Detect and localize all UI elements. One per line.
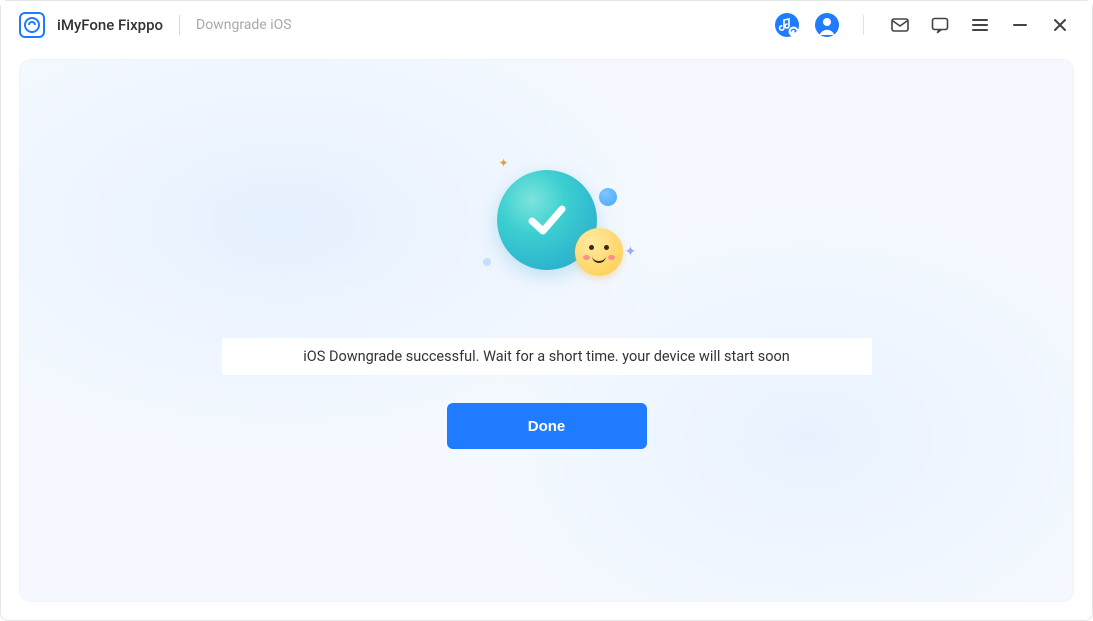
music-update-icon[interactable] bbox=[773, 11, 801, 39]
status-message: iOS Downgrade successful. Wait for a sho… bbox=[222, 338, 872, 375]
app-logo-icon bbox=[19, 12, 45, 38]
close-icon[interactable] bbox=[1046, 11, 1074, 39]
mail-icon[interactable] bbox=[886, 11, 914, 39]
account-icon[interactable] bbox=[813, 11, 841, 39]
title-divider bbox=[179, 15, 180, 35]
titlebar-group-divider bbox=[863, 15, 864, 35]
window-controls-group bbox=[886, 11, 1074, 39]
titlebar: iMyFone Fixppo Downgrade iOS bbox=[1, 1, 1092, 49]
minimize-icon[interactable] bbox=[1006, 11, 1034, 39]
content-panel: ✦ ✦ iOS Downgrade successful. Wait for a… bbox=[19, 59, 1074, 602]
app-title: iMyFone Fixppo bbox=[57, 16, 163, 34]
success-illustration: ✦ ✦ bbox=[447, 160, 647, 300]
breadcrumb[interactable]: Downgrade iOS bbox=[196, 17, 292, 33]
sparkle-icon: ✦ bbox=[625, 244, 637, 260]
bubble-small-icon bbox=[483, 258, 491, 266]
feedback-icon[interactable] bbox=[926, 11, 954, 39]
menu-icon[interactable] bbox=[966, 11, 994, 39]
sparkle-icon: ✦ bbox=[499, 156, 509, 170]
bubble-icon bbox=[599, 188, 617, 206]
done-button[interactable]: Done bbox=[447, 403, 647, 449]
smiley-icon bbox=[575, 228, 623, 276]
